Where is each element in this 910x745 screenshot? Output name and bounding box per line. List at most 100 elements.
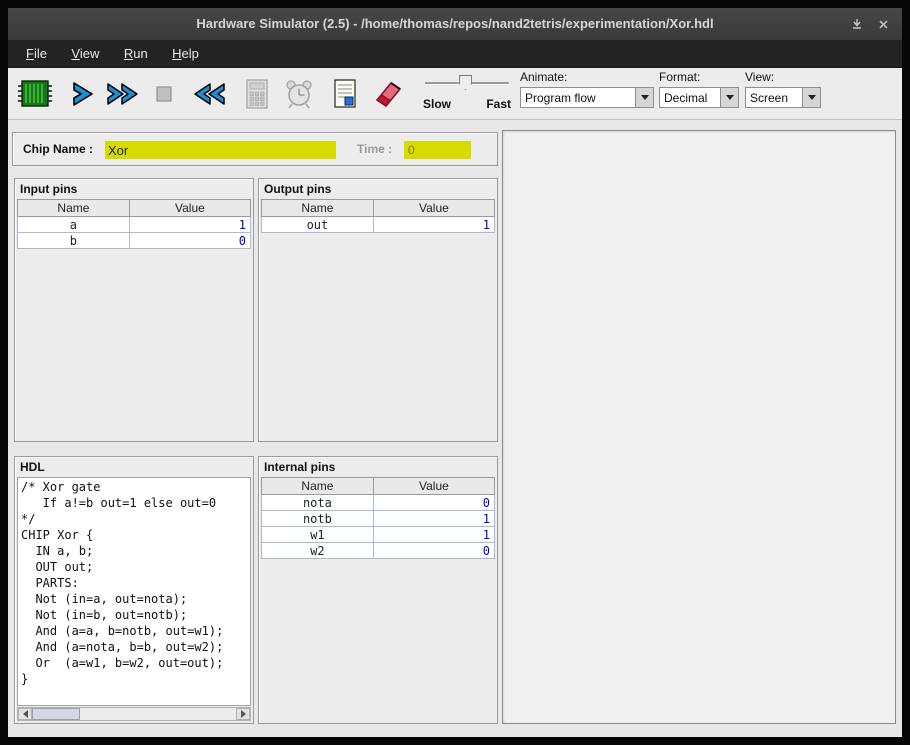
run-button[interactable] [103, 73, 145, 115]
input-pins-table: Name Value a 1 b 0 [17, 199, 251, 249]
format-value: Decimal [660, 88, 720, 107]
pin-name: a [18, 217, 130, 233]
column-header-name: Name [262, 478, 374, 495]
animate-value: Program flow [521, 88, 635, 107]
calculator-icon [242, 76, 272, 112]
triangle-right-icon [241, 710, 246, 718]
main-content: Chip Name : Time : 0 Input pins Name Val… [8, 120, 902, 737]
single-step-icon [66, 78, 100, 110]
chevron-down-icon [726, 95, 734, 100]
slider-slow-label: Slow [423, 97, 451, 111]
pin-value[interactable]: 1 [129, 217, 250, 233]
window-title: Hardware Simulator (2.5) - /home/thomas/… [8, 8, 902, 40]
titlebar[interactable]: Hardware Simulator (2.5) - /home/thomas/… [8, 8, 902, 40]
view-group: View: Screen [745, 70, 821, 108]
speed-slider-group: Slow Fast [423, 73, 511, 115]
menu-file[interactable]: File [16, 40, 57, 68]
menu-help[interactable]: Help [162, 40, 209, 68]
pin-value: 0 [373, 543, 494, 559]
stop-icon [148, 78, 180, 110]
table-row: b 0 [18, 233, 251, 249]
scrollbar-thumb[interactable] [32, 708, 80, 720]
clock-button[interactable] [278, 73, 320, 115]
hdl-horizontal-scrollbar[interactable] [17, 707, 251, 721]
internal-pins-title: Internal pins [259, 457, 497, 477]
format-dropdown-button[interactable] [720, 88, 738, 107]
pin-name: w1 [262, 527, 374, 543]
speed-slider-thumb[interactable] [459, 75, 472, 90]
table-row: out 1 [262, 217, 495, 233]
pin-value: 1 [373, 527, 494, 543]
column-header-name: Name [18, 200, 130, 217]
single-step-button[interactable] [62, 73, 104, 115]
input-pins-panel: Input pins Name Value a 1 [14, 178, 254, 442]
table-row: w1 1 [262, 527, 495, 543]
menu-bar: File View Run Help [8, 40, 902, 68]
pin-name: b [18, 233, 130, 249]
pin-value: 1 [373, 217, 494, 233]
chip-name-input[interactable] [105, 141, 336, 159]
slider-fast-label: Fast [486, 97, 511, 111]
hdl-panel: HDL /* Xor gate If a!=b out=1 else out=0… [14, 456, 254, 724]
pin-name: w2 [262, 543, 374, 559]
window-frame: Hardware Simulator (2.5) - /home/thomas/… [0, 0, 910, 745]
load-chip-button[interactable] [14, 73, 56, 115]
view-dropdown-button[interactable] [802, 88, 820, 107]
table-row: nota 0 [262, 495, 495, 511]
time-label: Time : [357, 133, 392, 165]
table-row: w2 0 [262, 543, 495, 559]
time-field: 0 [404, 141, 471, 159]
internal-pins-panel: Internal pins Name Value nota 0 [258, 456, 498, 724]
triangle-left-icon [23, 710, 28, 718]
view-dropdown[interactable]: Screen [745, 87, 821, 108]
close-button[interactable] [874, 15, 892, 33]
menu-run[interactable]: Run [114, 40, 158, 68]
close-icon [878, 19, 889, 30]
format-dropdown[interactable]: Decimal [659, 87, 739, 108]
chevron-down-icon [808, 95, 816, 100]
format-group: Format: Decimal [659, 70, 739, 108]
animate-dropdown[interactable]: Program flow [520, 87, 654, 108]
column-header-value: Value [373, 478, 494, 495]
hdl-title: HDL [15, 457, 253, 477]
column-header-name: Name [262, 200, 374, 217]
chevron-down-icon [641, 95, 649, 100]
table-row: a 1 [18, 217, 251, 233]
reset-button[interactable] [187, 73, 229, 115]
pin-name: notb [262, 511, 374, 527]
animate-group: Animate: Program flow [520, 70, 654, 108]
scroll-right-button[interactable] [236, 708, 250, 720]
menu-view[interactable]: View [61, 40, 109, 68]
output-pins-table: Name Value out 1 [261, 199, 495, 233]
animate-label: Animate: [520, 70, 654, 84]
chip-icon [15, 77, 55, 111]
calculator-button[interactable] [236, 73, 278, 115]
pin-value[interactable]: 0 [129, 233, 250, 249]
clock-icon [282, 76, 316, 112]
internal-pins-table: Name Value nota 0 notb 1 [261, 477, 495, 559]
pin-name: nota [262, 495, 374, 511]
chip-name-label: Chip Name : [23, 133, 93, 165]
input-pins-title: Input pins [15, 179, 253, 199]
output-pins-panel: Output pins Name Value out 1 [258, 178, 498, 442]
pin-value: 0 [373, 495, 494, 511]
toolbar: Slow Fast Animate: Program flow Format: … [8, 68, 902, 120]
scroll-left-button[interactable] [18, 708, 32, 720]
animate-dropdown-button[interactable] [635, 88, 653, 107]
column-header-value: Value [129, 200, 250, 217]
view-script-button[interactable] [324, 73, 366, 115]
eraser-icon [371, 77, 405, 111]
pin-value: 1 [373, 511, 494, 527]
script-icon [330, 76, 360, 112]
reset-icon [188, 78, 228, 110]
chip-name-bar: Chip Name : Time : 0 [12, 132, 498, 166]
eraser-button[interactable] [367, 73, 409, 115]
hdl-code: /* Xor gate If a!=b out=1 else out=0 */ … [17, 477, 251, 706]
minimize-button[interactable] [848, 15, 866, 33]
column-header-value: Value [373, 200, 494, 217]
pin-name: out [262, 217, 374, 233]
view-value: Screen [746, 88, 802, 107]
run-icon [104, 78, 144, 110]
stop-button[interactable] [143, 73, 185, 115]
hardware-simulator-window: Hardware Simulator (2.5) - /home/thomas/… [8, 8, 902, 737]
